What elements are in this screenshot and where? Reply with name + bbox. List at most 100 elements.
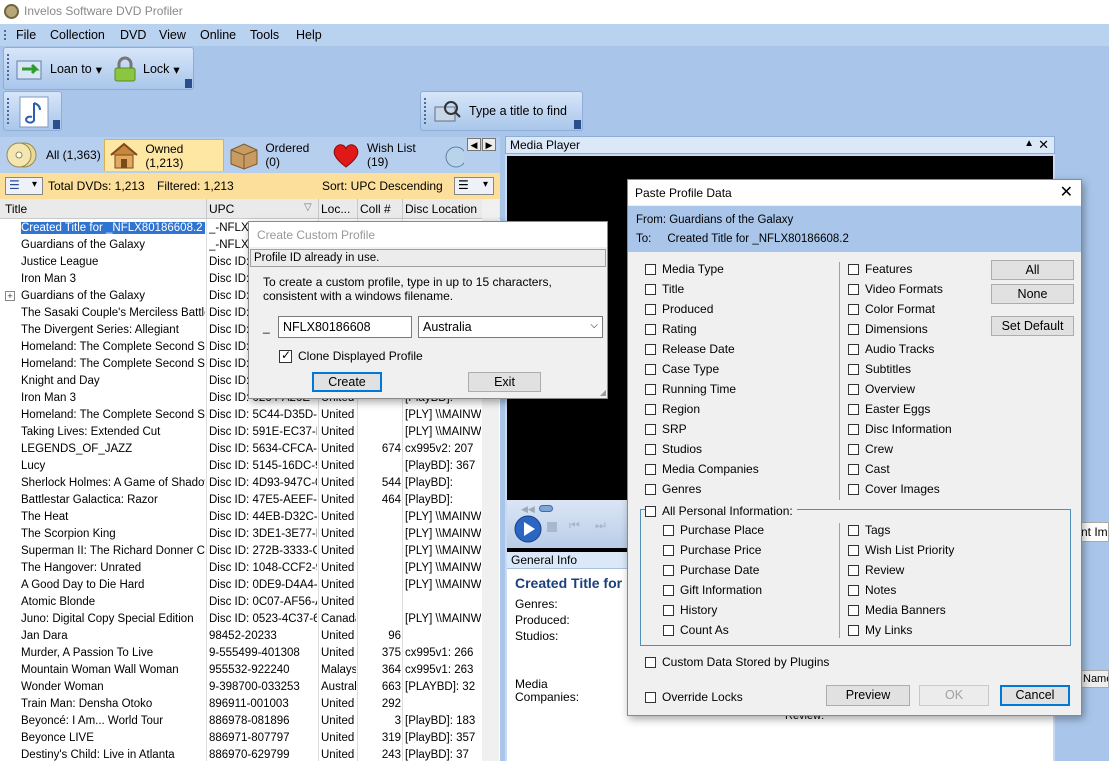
video-formats-checkbox[interactable]: Video Formats (848, 282, 943, 296)
next-icon[interactable]: ⏭ (595, 518, 606, 533)
table-row[interactable]: Homeland: The Complete Second Seas Disc I… (0, 407, 481, 424)
history-checkbox[interactable]: History (663, 603, 717, 617)
none-button[interactable]: None (991, 284, 1074, 304)
gift-information-checkbox[interactable]: Gift Information (663, 583, 762, 597)
menu-tools[interactable]: Tools (250, 28, 279, 42)
title-checkbox[interactable]: Title (645, 282, 684, 296)
close-icon[interactable]: ✕ (1060, 182, 1073, 202)
partial-tab-icon[interactable] (442, 141, 464, 169)
table-row[interactable]: Sherlock Holmes: A Game of Shadows Disc I… (0, 475, 481, 492)
close-pane-icon[interactable]: ✕ (1038, 137, 1049, 153)
previous-icon[interactable]: ⏮ (569, 518, 580, 533)
rating-checkbox[interactable]: Rating (645, 322, 697, 336)
col-disc-location[interactable]: Disc Location (405, 202, 477, 216)
table-row[interactable]: Mountain Woman Wall Woman 955532-922240 Ma… (0, 662, 481, 679)
menu-collection[interactable]: Collection (50, 28, 105, 42)
stop-icon[interactable] (547, 522, 557, 532)
seek-slider[interactable] (539, 505, 553, 512)
music-note-icon[interactable] (16, 95, 52, 129)
menu-dvd[interactable]: DVD (120, 28, 146, 42)
count-as-checkbox[interactable]: Count As (663, 623, 729, 637)
resize-grip-icon[interactable]: ◢ (600, 388, 606, 397)
menu-view[interactable]: View (159, 28, 186, 42)
table-row[interactable]: Murder, A Passion To Live 9-555499-401308… (0, 645, 481, 662)
lock-button[interactable]: Lock ▾ (111, 55, 180, 83)
media-type-checkbox[interactable]: Media Type (645, 262, 724, 276)
toolbar-options-icon[interactable] (53, 120, 60, 129)
exit-button[interactable]: Exit (468, 372, 541, 392)
col-title[interactable]: Title (5, 202, 27, 216)
purchase-place-checkbox[interactable]: Purchase Place (663, 523, 764, 537)
running-time-checkbox[interactable]: Running Time (645, 382, 736, 396)
view-options-button[interactable]: ☰ ▾ (454, 177, 494, 195)
table-row[interactable]: A Good Day to Die Hard Disc ID: 0DE9-D4A4… (0, 577, 481, 594)
region-checkbox[interactable]: Region (645, 402, 700, 416)
easter-eggs-checkbox[interactable]: Easter Eggs (848, 402, 930, 416)
table-row[interactable]: Wonder Woman 9-398700-033253 Austral 663 [PL… (0, 679, 481, 696)
create-button[interactable]: Create (312, 372, 382, 392)
name-column-header[interactable]: Name (1080, 670, 1109, 688)
table-row[interactable]: Lucy Disc ID: 5145-16DC-9 United [PlayBD]: … (0, 458, 481, 475)
wish-list-priority-checkbox[interactable]: Wish List Priority (848, 543, 954, 557)
purchase-price-checkbox[interactable]: Purchase Price (663, 543, 761, 557)
table-row[interactable]: The Heat Disc ID: 44EB-D32C-5 United [PLY] … (0, 509, 481, 526)
col-coll-number[interactable]: Coll # (360, 202, 391, 216)
table-row[interactable]: The Scorpion King Disc ID: 3DE1-3E77-E6 Un… (0, 526, 481, 543)
menu-help[interactable]: Help (296, 28, 322, 42)
tab-scroll-right-icon[interactable]: ▶ (482, 138, 496, 151)
table-row[interactable]: Juno: Digital Copy Special Edition Disc I… (0, 611, 481, 628)
play-icon[interactable] (513, 514, 543, 544)
produced-checkbox[interactable]: Produced (645, 302, 713, 316)
subtitles-checkbox[interactable]: Subtitles (848, 362, 911, 376)
menu-file[interactable]: File (16, 28, 36, 42)
ok-button[interactable]: OK (919, 685, 989, 706)
studios-checkbox[interactable]: Studios (645, 442, 702, 456)
cover-images-checkbox[interactable]: Cover Images (848, 482, 940, 496)
table-row[interactable]: Taking Lives: Extended Cut Disc ID: 591E-… (0, 424, 481, 441)
table-row[interactable]: Train Man: Densha Otoko 896911-001003 Unit… (0, 696, 481, 713)
notes-checkbox[interactable]: Notes (848, 583, 896, 597)
disc-information-checkbox[interactable]: Disc Information (848, 422, 952, 436)
find-title-input[interactable]: Type a title to find (469, 104, 567, 118)
release-date-checkbox[interactable]: Release Date (645, 342, 735, 356)
country-select[interactable]: Australia ⌵ (418, 316, 603, 338)
table-row[interactable]: Beyoncé: I Am... World Tour 886978-081896… (0, 713, 481, 730)
all-button[interactable]: All (991, 260, 1074, 280)
tab-scroll-left-icon[interactable]: ◀ (467, 138, 481, 151)
menu-online[interactable]: Online (200, 28, 236, 42)
tab-all[interactable]: All (1,363) (6, 139, 102, 171)
toolbar-options-icon[interactable] (185, 79, 192, 88)
crew-checkbox[interactable]: Crew (848, 442, 893, 456)
table-row[interactable]: Destiny's Child: Live in Atlanta 886970-6… (0, 747, 481, 761)
col-upc[interactable]: UPC (209, 202, 234, 216)
audio-tracks-checkbox[interactable]: Audio Tracks (848, 342, 934, 356)
table-row[interactable]: Jan Dara 98452-20233 United 96 (0, 628, 481, 645)
genres-checkbox[interactable]: Genres (645, 482, 701, 496)
case-type-checkbox[interactable]: Case Type (645, 362, 719, 376)
preview-button[interactable]: Preview (826, 685, 910, 706)
media-banners-checkbox[interactable]: Media Banners (848, 603, 946, 617)
table-row[interactable]: Atomic Blonde Disc ID: 0C07-AF56-A United (0, 594, 481, 611)
custom-data-checkbox[interactable]: Custom Data Stored by Plugins (645, 655, 829, 669)
clone-profile-checkbox[interactable]: ✓ Clone Displayed Profile (279, 348, 423, 363)
table-row[interactable]: Superman II: The Richard Donner Cut Disc … (0, 543, 481, 560)
expand-icon[interactable]: + (5, 291, 15, 301)
sort-order-button[interactable]: ☰ ▾ (5, 177, 43, 195)
toolbar-options-icon[interactable] (574, 120, 581, 129)
purchase-date-checkbox[interactable]: Purchase Date (663, 563, 759, 577)
tab-wish-list[interactable]: Wish List (19) (330, 139, 438, 171)
cast-checkbox[interactable]: Cast (848, 462, 890, 476)
table-row[interactable]: The Hangover: Unrated Disc ID: 1048-CCF2-… (0, 560, 481, 577)
tab-ordered[interactable]: Ordered (0) (228, 139, 326, 171)
my-links-checkbox[interactable]: My Links (848, 623, 912, 637)
table-row[interactable]: Beyonce LIVE 886971-807797 United 319 [PlayB… (0, 730, 481, 747)
overview-checkbox[interactable]: Overview (848, 382, 915, 396)
all-personal-info-checkbox[interactable]: All Personal Information: (645, 504, 797, 518)
collapse-pane-icon[interactable]: ▲ (1024, 138, 1034, 149)
cover-image-tab[interactable]: nt Ima (1080, 522, 1109, 542)
set-default-button[interactable]: Set Default (991, 316, 1074, 336)
srp-checkbox[interactable]: SRP (645, 422, 687, 436)
override-locks-checkbox[interactable]: Override Locks (645, 690, 743, 704)
review-checkbox[interactable]: Review (848, 563, 904, 577)
color-format-checkbox[interactable]: Color Format (848, 302, 935, 316)
